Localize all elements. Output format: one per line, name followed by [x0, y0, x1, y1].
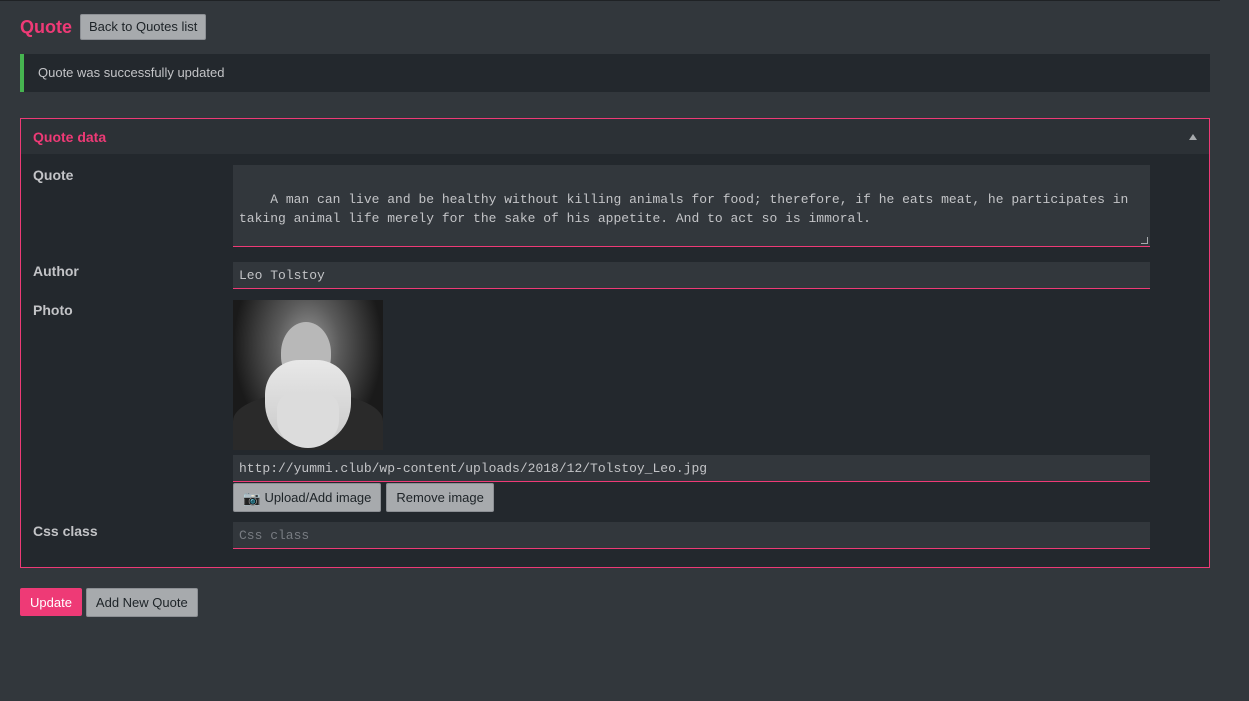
author-photo: [233, 300, 383, 450]
success-notice: Quote was successfully updated: [20, 54, 1210, 92]
page-title: Quote: [20, 17, 72, 37]
photo-actions: 📷 Upload/Add image Remove image: [233, 483, 494, 512]
upload-label: Upload/Add image: [264, 489, 372, 505]
photo-label: Photo: [33, 302, 73, 318]
camera-icon: 📷: [243, 489, 261, 506]
top-divider: [0, 0, 1220, 1]
add-new-quote-button[interactable]: Add New Quote: [85, 588, 198, 617]
css-class-label: Css class: [33, 523, 98, 539]
update-button[interactable]: Update: [20, 588, 82, 616]
resize-handle-icon[interactable]: [1141, 237, 1148, 244]
quote-textarea[interactable]: A man can live and be healthy without ki…: [233, 165, 1150, 247]
quote-label: Quote: [33, 167, 74, 183]
remove-image-button[interactable]: Remove image: [386, 483, 494, 512]
upload-image-button[interactable]: 📷 Upload/Add image: [233, 483, 382, 512]
photo-url-input[interactable]: http://yummi.club/wp-content/uploads/201…: [233, 455, 1150, 482]
page-header: Quote Back to Quotes list: [20, 13, 207, 41]
author-label: Author: [33, 263, 79, 279]
css-class-input[interactable]: Css class: [233, 522, 1150, 549]
panel-title: Quote data: [33, 128, 107, 145]
quote-data-panel: Quote data Quote A man can live and be h…: [20, 118, 1210, 568]
author-input[interactable]: Leo Tolstoy: [233, 262, 1150, 289]
quote-text: A man can live and be healthy without ki…: [239, 192, 1137, 226]
panel-header[interactable]: Quote data: [21, 119, 1209, 154]
css-class-placeholder: Css class: [239, 528, 310, 543]
triangle-up-icon[interactable]: [1189, 133, 1197, 140]
back-to-list-button[interactable]: Back to Quotes list: [80, 14, 207, 40]
form-actions: Update Add New Quote: [20, 588, 198, 617]
